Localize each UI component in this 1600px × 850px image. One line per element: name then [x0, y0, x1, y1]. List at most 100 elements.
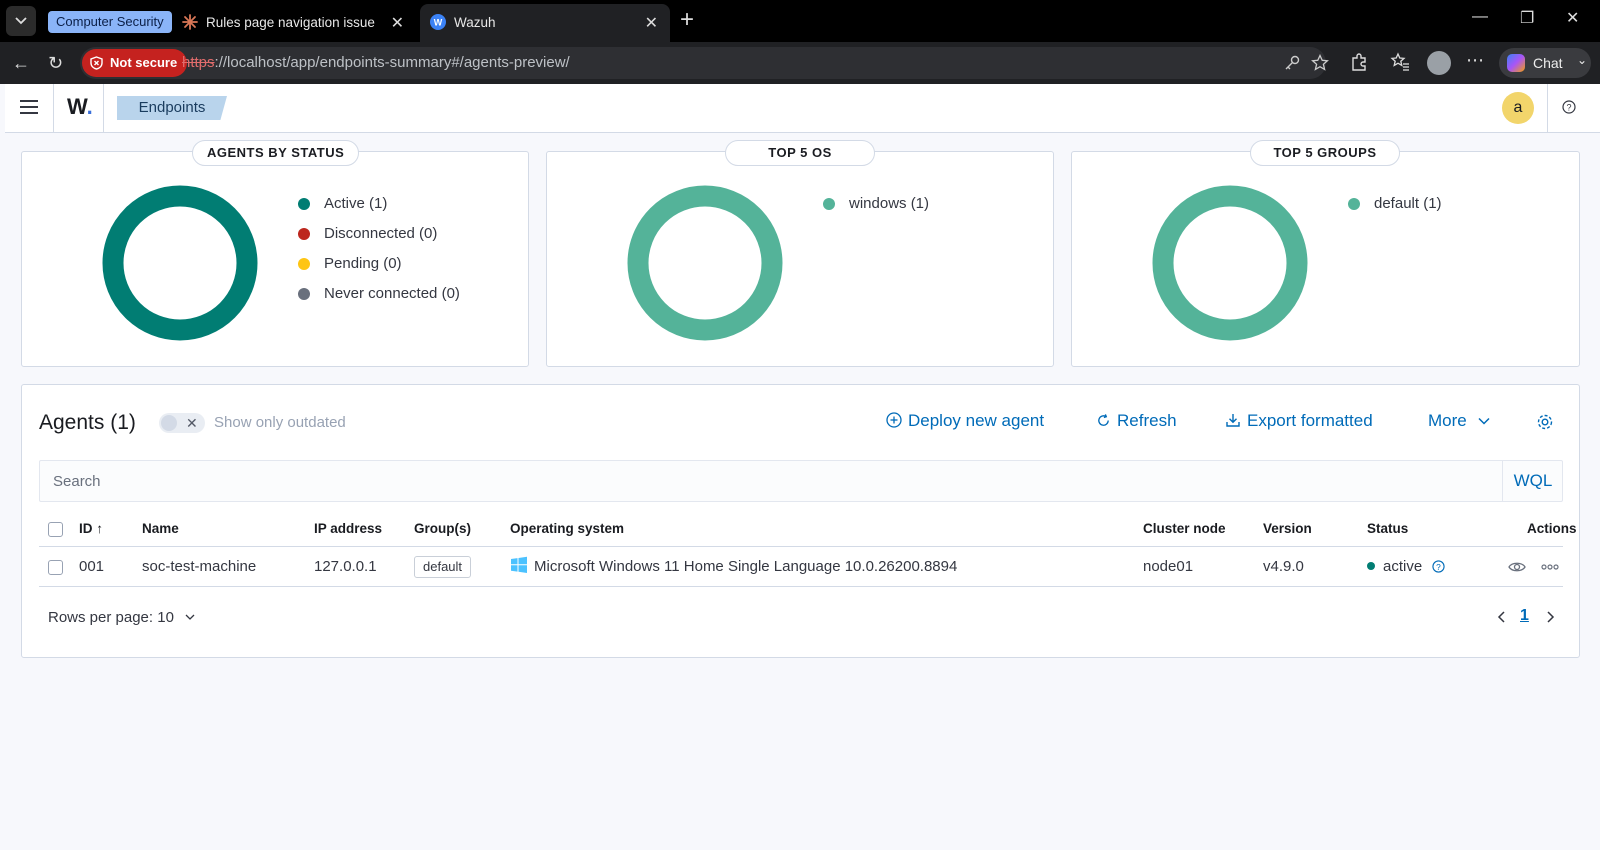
legend-dot [298, 198, 310, 210]
wql-button[interactable]: WQL [1502, 461, 1563, 501]
copilot-chat-button[interactable]: Chat ⌄ [1499, 48, 1591, 78]
wazuh-logo[interactable]: W. [67, 94, 93, 120]
table-header: ID ↑ Name IP address Group(s) Operating … [39, 511, 1577, 547]
deploy-label: Deploy new agent [908, 411, 1045, 430]
chevron-down-icon [15, 17, 27, 25]
window-close-icon[interactable]: ✕ [1566, 8, 1579, 28]
column-header-name[interactable]: Name [142, 511, 179, 547]
legend-dot [298, 288, 310, 300]
more-label: More [1428, 411, 1467, 430]
legend-item-windows[interactable]: windows (1) [823, 189, 929, 219]
chevron-down-icon [1478, 417, 1490, 425]
tab-title: Wazuh [454, 15, 496, 30]
profile-avatar[interactable] [1427, 51, 1451, 75]
agent-name: soc-test-machine [142, 558, 257, 575]
url-text[interactable]: https://localhost/app/endpoints-summary#… [182, 54, 570, 71]
agent-os: Microsoft Windows 11 Home Single Languag… [510, 547, 957, 587]
header-divider [1547, 84, 1548, 132]
select-all-checkbox[interactable] [48, 522, 63, 537]
column-header-version[interactable]: Version [1263, 511, 1312, 547]
export-formatted-button[interactable]: Export formatted [1225, 411, 1373, 431]
toggle-off-icon: ✕ [186, 415, 198, 431]
address-bar[interactable]: Not secure https://localhost/app/endpoin… [80, 47, 1329, 79]
card-title: AGENTS BY STATUS [192, 140, 360, 166]
extensions-puzzle-icon[interactable] [1349, 52, 1369, 72]
svg-text:W: W [434, 18, 443, 28]
group-badge[interactable]: default [414, 556, 472, 579]
legend-item-pending[interactable]: Pending (0) [298, 249, 460, 279]
deploy-new-agent-button[interactable]: Deploy new agent [886, 411, 1044, 431]
column-header-os[interactable]: Operating system [510, 511, 624, 547]
agent-group: default [414, 547, 472, 587]
more-menu-icon[interactable]: ⋯ [1466, 50, 1484, 71]
help-icon[interactable]: ? [1562, 100, 1576, 114]
column-header-cluster[interactable]: Cluster node [1143, 511, 1226, 547]
header-divider [103, 84, 104, 132]
toggle-knob [161, 415, 177, 431]
gear-icon[interactable] [1536, 413, 1554, 431]
tab-list-button[interactable] [6, 6, 36, 36]
back-arrow-icon[interactable]: ← [12, 53, 30, 73]
question-circle-icon[interactable]: ? [1432, 560, 1445, 573]
browser-tab-bar: Computer Security Rules page navigation … [0, 0, 1600, 42]
close-tab-icon[interactable]: ✕ [645, 13, 658, 33]
restore-icon[interactable]: ❐ [1520, 8, 1534, 28]
new-tab-plus-icon[interactable]: + [680, 8, 694, 32]
eye-icon[interactable] [1508, 559, 1526, 575]
tab-group-label[interactable]: Computer Security [48, 11, 172, 33]
legend-item-disconnected[interactable]: Disconnected (0) [298, 219, 460, 249]
outdated-toggle[interactable]: ✕ [159, 413, 205, 433]
legend-label: Active (1) [324, 195, 388, 212]
breadcrumb-endpoints[interactable]: Endpoints [117, 96, 227, 120]
plus-circle-icon [886, 412, 902, 428]
copilot-logo-icon [1507, 54, 1525, 72]
table-row[interactable]: 001 soc-test-machine 127.0.0.1 default M… [39, 547, 1563, 587]
url-scheme: https [182, 54, 215, 71]
agent-os-label: Microsoft Windows 11 Home Single Languag… [534, 558, 958, 575]
reload-icon[interactable]: ↻ [48, 53, 63, 73]
minimize-icon[interactable]: — [1472, 8, 1488, 26]
browser-tab-claude[interactable]: Rules page navigation issue - Claude ✕ [172, 4, 416, 42]
legend-item-active[interactable]: Active (1) [298, 189, 460, 219]
groups-donut-chart[interactable] [1152, 185, 1308, 341]
close-tab-icon[interactable]: ✕ [391, 13, 404, 33]
refresh-button[interactable]: Refresh [1096, 411, 1177, 431]
os-donut-chart[interactable] [627, 185, 783, 341]
chevron-down-icon [185, 614, 195, 620]
search-input[interactable] [40, 461, 1502, 501]
column-header-groups[interactable]: Group(s) [414, 511, 471, 547]
agent-id: 001 [79, 558, 105, 575]
column-header-ip[interactable]: IP address [314, 511, 382, 547]
more-options-icon[interactable] [1541, 564, 1559, 570]
agent-cluster: node01 [1143, 558, 1194, 575]
download-icon [1226, 414, 1240, 427]
chevron-left-icon[interactable] [1496, 610, 1508, 624]
agents-title: Agents (1) [39, 411, 136, 434]
column-header-id[interactable]: ID ↑ [79, 511, 103, 547]
legend-item-never-connected[interactable]: Never connected (0) [298, 279, 460, 309]
tab-title: Rules page navigation issue - Claude [206, 15, 376, 30]
page-number[interactable]: 1 [1520, 607, 1529, 625]
favorites-icon[interactable] [1390, 52, 1410, 72]
menu-toggle-button[interactable] [5, 84, 54, 132]
agent-version: v4.9.0 [1263, 558, 1304, 575]
browser-tab-wazuh[interactable]: W Wazuh ✕ [420, 4, 670, 42]
groups-legend: default (1) [1348, 189, 1442, 219]
outdated-toggle-label[interactable]: Show only outdated [214, 414, 346, 431]
app-header: W. Endpoints a ? [5, 84, 1600, 133]
row-checkbox[interactable] [48, 560, 63, 575]
star-icon[interactable] [1311, 54, 1329, 72]
legend-dot [823, 198, 835, 210]
legend-label: default (1) [1374, 195, 1442, 212]
key-icon[interactable] [1283, 54, 1301, 72]
column-header-status[interactable]: Status [1367, 511, 1408, 547]
column-header-actions: Actions [1527, 521, 1577, 536]
rows-per-page-selector[interactable]: Rows per page: 10 [48, 609, 196, 626]
chat-label: Chat [1533, 55, 1563, 71]
user-avatar[interactable]: a [1502, 92, 1534, 124]
legend-item-default[interactable]: default (1) [1348, 189, 1442, 219]
not-secure-badge[interactable]: Not secure [82, 49, 188, 77]
status-donut-chart[interactable] [102, 185, 258, 341]
chevron-right-icon[interactable] [1544, 610, 1556, 624]
more-dropdown-button[interactable]: More [1428, 411, 1491, 431]
